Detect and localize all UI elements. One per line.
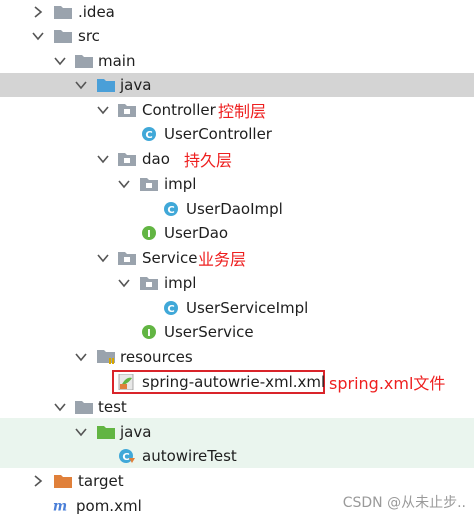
package-icon [118,250,136,266]
svg-text:C: C [145,130,152,141]
tree-row-dao[interactable]: dao 持久层 [0,147,474,171]
tree-row-service-impl[interactable]: impl [0,271,474,295]
tree-label: UserDao [164,224,229,242]
tree-label: java [120,76,152,94]
controller-annotation: 控制层 [218,102,267,121]
source-folder-icon [97,77,115,93]
svg-text:C: C [122,452,129,463]
test-class-icon: C [118,448,136,464]
chevron-down-icon[interactable] [118,277,130,289]
package-icon [118,151,136,167]
tree-row-user-service[interactable]: I UserService [0,320,474,344]
tree-row-user-service-impl[interactable]: C UserServiceImpl [0,296,474,320]
test-folder-icon [97,424,115,440]
chevron-down-icon[interactable] [54,401,66,413]
class-icon: C [140,126,158,142]
maven-icon: m [52,498,70,515]
tree-label: .idea [78,3,115,21]
tree-label: autowireTest [142,447,237,465]
tree-row-service[interactable]: Service 业务层 [0,246,474,270]
tree-label: impl [164,175,197,193]
tree-row-spring-xml[interactable]: spring-autowrie-xml.xml spring.xml文件 [0,370,474,394]
chevron-down-icon[interactable] [75,426,87,438]
chevron-down-icon[interactable] [32,30,44,42]
chevron-down-icon[interactable] [54,55,66,67]
svg-text:m: m [53,499,67,515]
watermark: CSDN @从未止步.. [342,495,466,511]
tree-row-test[interactable]: test [0,395,474,419]
tree-row-controller[interactable]: Controller 控制层 [0,98,474,122]
chevron-down-icon[interactable] [97,252,109,264]
svg-text:C: C [167,304,174,315]
tree-label: test [98,398,127,416]
tree-row-main[interactable]: main [0,49,474,73]
folder-icon [54,28,72,44]
interface-icon: I [140,324,158,340]
chevron-down-icon[interactable] [97,153,109,165]
tree-label: UserService [164,323,254,341]
interface-icon: I [140,225,158,241]
tree-row-user-dao-impl[interactable]: C UserDaoImpl [0,197,474,221]
chevron-right-icon[interactable] [32,6,44,18]
tree-label: UserServiceImpl [186,299,309,317]
tree-row-user-dao[interactable]: I UserDao [0,221,474,245]
tree-label: spring-autowrie-xml.xml [142,373,326,391]
folder-icon [54,4,72,20]
svg-text:I: I [147,328,151,339]
tree-label: Controller [142,101,216,119]
svg-text:C: C [167,205,174,216]
tree-row-resources[interactable]: resources [0,345,474,369]
tree-label: pom.xml [76,497,142,515]
folder-icon [75,53,93,69]
package-icon [140,176,158,192]
spring-xml-annotation: spring.xml文件 [329,374,446,393]
target-folder-icon [54,473,72,489]
tree-row-dao-impl[interactable]: impl [0,172,474,196]
class-icon: C [162,201,180,217]
service-annotation: 业务层 [198,250,247,269]
chevron-down-icon[interactable] [118,178,130,190]
chevron-down-icon[interactable] [97,104,109,116]
tree-label: main [98,52,136,70]
tree-row-java[interactable]: java [0,73,474,97]
tree-row-src[interactable]: src [0,24,474,48]
tree-label: resources [120,348,193,366]
tree-label: UserDaoImpl [186,200,283,218]
package-icon [140,275,158,291]
tree-row-target[interactable]: target [0,469,474,493]
folder-icon [75,399,93,415]
tree-label: impl [164,274,197,292]
tree-label: src [78,27,100,45]
tree-row-idea[interactable]: .idea [0,0,474,24]
chevron-right-icon[interactable] [32,475,44,487]
tree-row-user-controller[interactable]: C UserController [0,122,474,146]
chevron-down-icon[interactable] [75,79,87,91]
tree-row-autowire-test[interactable]: C autowireTest [0,444,474,468]
tree-label: java [120,423,152,441]
tree-label: Service [142,249,198,267]
tree-row-test-java[interactable]: java [0,420,474,444]
class-icon: C [162,300,180,316]
spring-xml-icon [118,374,136,390]
svg-text:I: I [147,229,151,240]
resources-folder-icon [97,349,115,365]
chevron-down-icon[interactable] [75,351,87,363]
dao-annotation: 持久层 [184,151,233,170]
tree-label: UserController [164,125,272,143]
tree-label: dao [142,150,170,168]
tree-label: target [78,472,124,490]
package-icon [118,102,136,118]
